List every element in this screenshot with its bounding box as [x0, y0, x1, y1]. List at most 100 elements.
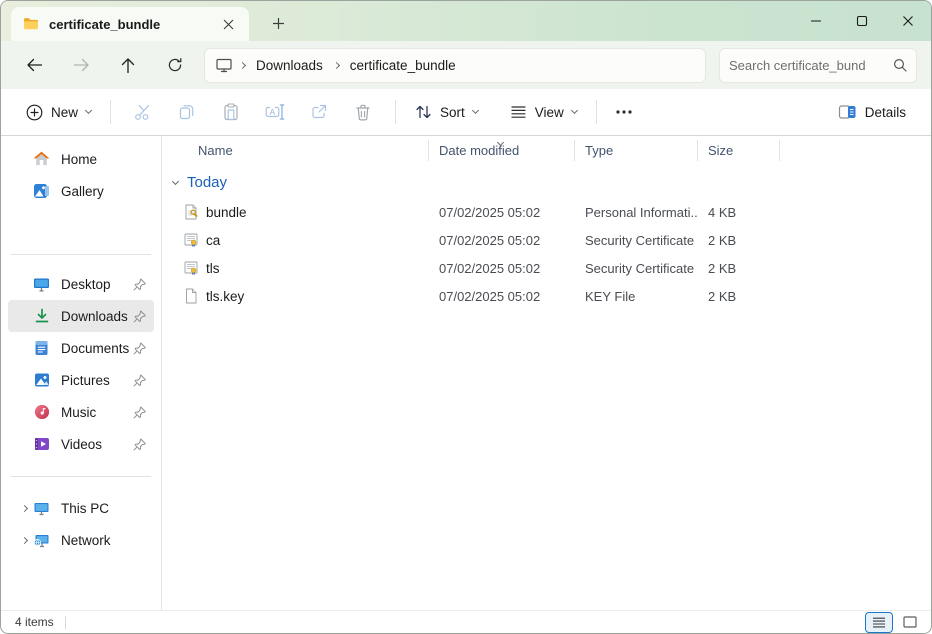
- status-bar: 4 items: [1, 610, 931, 633]
- close-button[interactable]: [885, 1, 931, 41]
- expand-chevron-icon[interactable]: [15, 506, 33, 511]
- column-header-size[interactable]: Size: [698, 140, 780, 161]
- up-button[interactable]: [109, 48, 147, 82]
- file-date: 07/02/2025 05:02: [429, 261, 575, 276]
- large-icons-view-toggle[interactable]: [897, 613, 923, 632]
- sort-descending-icon: [498, 133, 503, 148]
- plus-circle-icon: [26, 104, 43, 121]
- chevron-down-icon: [472, 107, 479, 114]
- file-row[interactable]: tls.key 07/02/2025 05:02 KEY File 2 KB: [162, 282, 931, 310]
- sidebar-item-label: Videos: [61, 437, 132, 452]
- this-pc-icon[interactable]: [215, 57, 233, 73]
- new-button[interactable]: New: [17, 98, 100, 127]
- view-button[interactable]: View: [501, 99, 586, 126]
- command-bar: New A Sort View: [1, 89, 931, 136]
- file-name: tls: [206, 261, 220, 276]
- file-size: 2 KB: [698, 261, 780, 276]
- downloads-icon: [33, 308, 50, 325]
- sidebar-item-home[interactable]: Home: [8, 143, 154, 175]
- tab-close-icon[interactable]: [217, 13, 239, 35]
- paste-button[interactable]: [209, 94, 253, 130]
- sidebar-item-pictures[interactable]: Pictures: [8, 364, 154, 396]
- file-type: Personal Informati...: [575, 205, 698, 220]
- expand-chevron-icon[interactable]: [15, 538, 33, 543]
- forward-button[interactable]: [62, 48, 100, 82]
- group-header-today[interactable]: Today: [162, 167, 931, 198]
- sidebar-item-documents[interactable]: Documents: [8, 332, 154, 364]
- sidebar-item-this-pc[interactable]: This PC: [8, 492, 154, 524]
- file-size: 2 KB: [698, 233, 780, 248]
- delete-button[interactable]: [341, 94, 385, 130]
- sidebar-item-downloads[interactable]: Downloads: [8, 300, 154, 332]
- pin-icon[interactable]: [132, 405, 147, 420]
- sidebar-item-label: Music: [61, 405, 132, 420]
- copy-button[interactable]: [165, 94, 209, 130]
- sidebar-item-network[interactable]: Network: [8, 524, 154, 556]
- breadcrumb-current-folder[interactable]: certificate_bundle: [346, 55, 460, 76]
- sidebar-item-videos[interactable]: Videos: [8, 428, 154, 460]
- search-icon[interactable]: [893, 58, 907, 72]
- column-header-name[interactable]: Name: [162, 140, 429, 161]
- sidebar-item-label: Pictures: [61, 373, 132, 388]
- title-bar: certificate_bundle: [1, 1, 931, 41]
- details-pane-label: Details: [865, 105, 906, 120]
- security-certificate-file-icon: [183, 232, 199, 248]
- plus-icon: [272, 17, 285, 30]
- paste-icon: [221, 102, 241, 122]
- file-size: 2 KB: [698, 289, 780, 304]
- item-count: 4 items: [15, 615, 54, 629]
- back-button[interactable]: [15, 48, 53, 82]
- scissors-icon: [133, 102, 153, 122]
- sort-icon: [415, 104, 432, 120]
- pin-icon[interactable]: [132, 341, 147, 356]
- maximize-button[interactable]: [839, 1, 885, 41]
- sidebar-item-label: Desktop: [61, 277, 132, 292]
- more-options-button[interactable]: [607, 94, 641, 130]
- pin-icon[interactable]: [132, 309, 147, 324]
- rename-button[interactable]: A: [253, 94, 297, 130]
- file-row[interactable]: ca 07/02/2025 05:02 Security Certificate…: [162, 226, 931, 254]
- file-list-pane: Name Date modified Type Size Today bundl…: [162, 136, 931, 610]
- collapse-group-icon[interactable]: [172, 177, 179, 184]
- cut-button[interactable]: [121, 94, 165, 130]
- file-type: Security Certificate: [575, 233, 698, 248]
- pfx-certificate-file-icon: [183, 204, 199, 220]
- details-pane-button[interactable]: Details: [829, 98, 915, 126]
- pin-icon[interactable]: [132, 277, 147, 292]
- breadcrumb: Downloads certificate_bundle: [204, 48, 706, 83]
- breadcrumb-chevron-icon[interactable]: [239, 61, 246, 68]
- large-icons-view-icon: [903, 616, 917, 628]
- column-headers: Name Date modified Type Size: [162, 137, 931, 164]
- gallery-icon: [33, 183, 50, 200]
- sidebar-item-gallery[interactable]: Gallery: [8, 175, 154, 207]
- sidebar-item-music[interactable]: Music: [8, 396, 154, 428]
- search-input[interactable]: [729, 58, 893, 73]
- file-row[interactable]: bundle 07/02/2025 05:02 Personal Informa…: [162, 198, 931, 226]
- details-view-icon: [872, 617, 886, 628]
- sidebar-item-desktop[interactable]: Desktop: [8, 268, 154, 300]
- share-button[interactable]: [297, 94, 341, 130]
- file-explorer-window: certificate_bundle: [0, 0, 932, 634]
- rename-icon: A: [264, 102, 286, 122]
- column-header-type[interactable]: Type: [575, 140, 698, 161]
- breadcrumb-downloads[interactable]: Downloads: [252, 55, 327, 76]
- column-header-date-modified[interactable]: Date modified: [429, 140, 575, 161]
- sidebar-item-label: Home: [61, 152, 154, 167]
- breadcrumb-chevron-icon[interactable]: [333, 61, 340, 68]
- share-icon: [309, 102, 329, 122]
- details-view-toggle[interactable]: [866, 613, 892, 632]
- new-tab-button[interactable]: [263, 8, 293, 38]
- minimize-button[interactable]: [793, 1, 839, 41]
- pin-icon[interactable]: [132, 437, 147, 452]
- pin-icon[interactable]: [132, 373, 147, 388]
- sidebar-item-label: Gallery: [61, 184, 154, 199]
- toolbar-separator: [110, 100, 111, 124]
- explorer-tab[interactable]: certificate_bundle: [11, 7, 249, 41]
- file-row[interactable]: tls 07/02/2025 05:02 Security Certificat…: [162, 254, 931, 282]
- status-divider: [65, 616, 66, 629]
- generic-file-icon: [183, 288, 199, 304]
- search-box[interactable]: [719, 48, 917, 83]
- sort-button-label: Sort: [440, 105, 465, 120]
- sort-button[interactable]: Sort: [406, 98, 487, 126]
- refresh-button[interactable]: [156, 48, 194, 82]
